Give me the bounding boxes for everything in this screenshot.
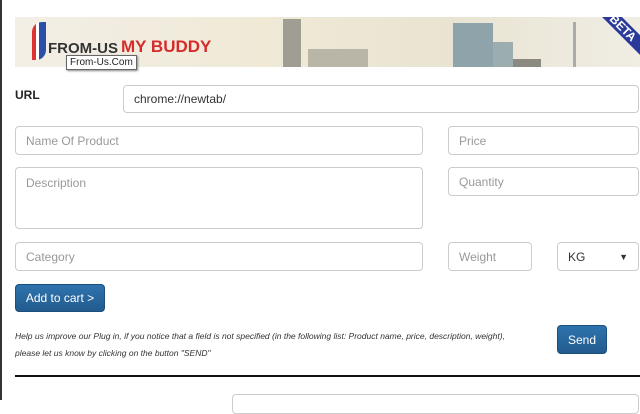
- description-textarea[interactable]: Description: [15, 167, 423, 229]
- url-input[interactable]: chrome://newtab/: [123, 85, 639, 113]
- quantity-input[interactable]: Quantity: [448, 167, 639, 196]
- help-text: Help us improve our Plug in, if you noti…: [15, 331, 505, 358]
- window-edge: [0, 0, 2, 400]
- tooltip: From-Us.Com: [66, 55, 137, 70]
- category-input[interactable]: Category: [15, 242, 423, 271]
- beta-badge: BETA: [593, 17, 640, 58]
- add-to-cart-button[interactable]: Add to cart >: [15, 284, 105, 312]
- dropdown-arrow-icon: ▼: [619, 251, 628, 262]
- skyline: [283, 19, 301, 67]
- unit-value: KG: [568, 249, 586, 264]
- divider: [15, 375, 640, 377]
- logo-subtitle: MY BUDDY: [121, 37, 212, 56]
- unit-select[interactable]: KG ▼: [557, 242, 639, 271]
- send-button[interactable]: Send: [557, 325, 607, 354]
- product-name-input[interactable]: Name Of Product: [15, 126, 423, 155]
- bottom-input[interactable]: [232, 394, 639, 414]
- price-input[interactable]: Price: [448, 126, 639, 155]
- url-label: URL: [15, 88, 40, 102]
- weight-input[interactable]: Weight: [448, 242, 532, 271]
- logo-icon: [32, 22, 46, 60]
